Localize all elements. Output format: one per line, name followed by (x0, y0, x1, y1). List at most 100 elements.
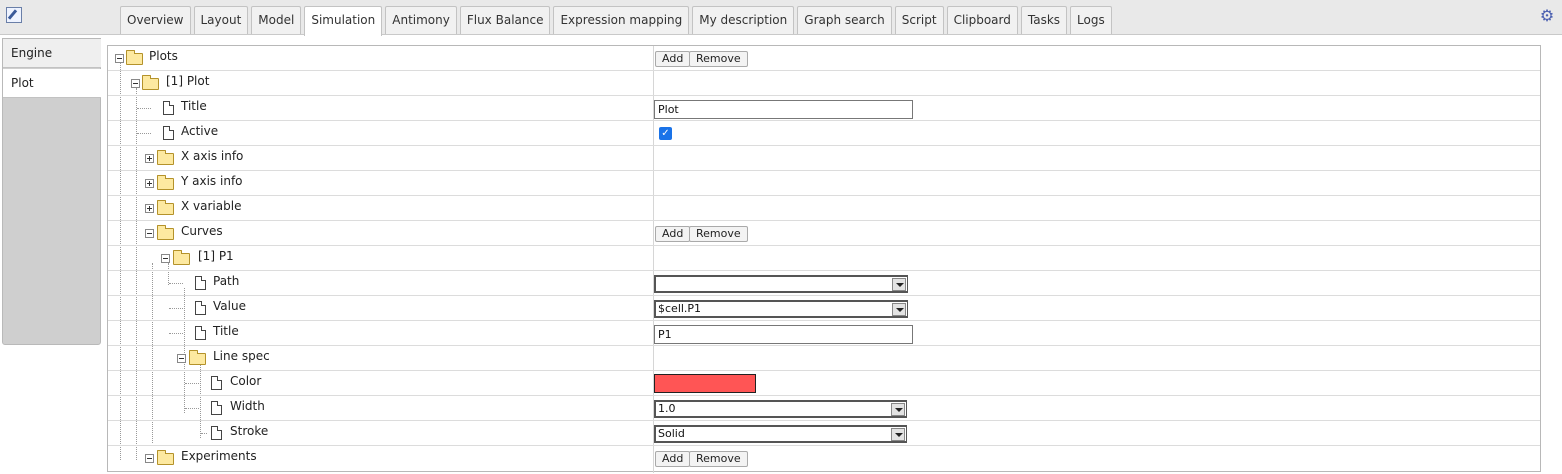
tab-script[interactable]: Script (894, 6, 944, 34)
curve-title-field[interactable]: P1 (654, 325, 913, 344)
tree-row-stroke: Stroke Solid (108, 421, 1540, 446)
tree-guide (201, 433, 207, 434)
add-curve-button[interactable]: Add (655, 226, 691, 242)
document-icon (195, 326, 206, 340)
tree-row-curve-title: Title P1 (108, 321, 1540, 346)
tree-guide (169, 333, 183, 334)
folder-icon (157, 450, 174, 465)
node-label: [1] Plot (166, 74, 210, 88)
tab-graph-search[interactable]: Graph search (797, 6, 892, 34)
plot-title-field[interactable]: Plot (654, 100, 913, 119)
expand-icon[interactable] (145, 154, 154, 163)
tab-clipboard[interactable]: Clipboard (946, 6, 1018, 34)
tree-row-plots: Plots Add Remove (108, 46, 1540, 71)
tab-layout[interactable]: Layout (193, 6, 249, 34)
tab-tasks[interactable]: Tasks (1020, 6, 1068, 34)
expand-icon[interactable] (145, 204, 154, 213)
property-tree: Plots Add Remove [1] Plot Title Plot Act… (107, 45, 1541, 473)
active-checkbox[interactable]: ✓ (659, 127, 672, 140)
width-select[interactable]: 1.0 (654, 400, 907, 418)
node-label: Curves (181, 224, 223, 238)
tab-flux-balance[interactable]: Flux Balance (459, 6, 551, 34)
tab-expression-mapping[interactable]: Expression mapping (553, 6, 690, 34)
tree-row-experiments: Experiments Add Remove (108, 446, 1540, 471)
collapse-icon[interactable] (145, 229, 154, 238)
node-label: Title (181, 99, 207, 113)
side-tab-panel: Engine Plot (2, 38, 101, 345)
folder-icon (157, 200, 174, 215)
tree-guide (185, 383, 199, 384)
chevron-down-icon[interactable] (891, 428, 905, 441)
document-icon (195, 301, 206, 315)
node-label: Color (230, 374, 262, 388)
tree-guide (137, 133, 151, 134)
node-label: Path (213, 274, 240, 288)
tree-row-line-spec: Line spec (108, 346, 1540, 371)
path-select[interactable] (654, 275, 908, 293)
edit-icon[interactable] (6, 7, 22, 23)
remove-curve-button[interactable]: Remove (689, 226, 748, 242)
node-label: X variable (181, 199, 242, 213)
tab-simulation[interactable]: Simulation (304, 6, 383, 36)
collapse-icon[interactable] (161, 254, 170, 263)
chevron-down-icon[interactable] (891, 403, 905, 416)
tab-my-description[interactable]: My description (692, 6, 795, 34)
node-label: Plots (149, 49, 178, 63)
folder-icon (142, 75, 159, 90)
tree-row-value: Value $cell.P1 (108, 296, 1540, 321)
folder-icon (126, 50, 143, 65)
document-icon (211, 426, 222, 440)
node-label: Active (181, 124, 219, 138)
node-label: [1] P1 (198, 249, 234, 263)
chevron-down-icon[interactable] (892, 303, 906, 316)
value-select-value: $cell.P1 (658, 302, 702, 315)
expand-icon[interactable] (145, 179, 154, 188)
collapse-icon[interactable] (131, 79, 140, 88)
node-label: Experiments (181, 449, 257, 463)
remove-plot-button[interactable]: Remove (689, 51, 748, 67)
main-tabs: Overview Layout Model Simulation Antimon… (120, 6, 1115, 36)
tree-guide (137, 108, 151, 109)
chevron-down-icon[interactable] (892, 278, 906, 291)
document-icon (163, 126, 174, 140)
node-label: Width (230, 399, 265, 413)
tree-guide (169, 283, 183, 284)
remove-experiment-button[interactable]: Remove (689, 451, 748, 467)
folder-icon (157, 225, 174, 240)
width-select-value: 1.0 (658, 402, 676, 415)
tree-guide (185, 408, 199, 409)
node-label: Value (213, 299, 246, 313)
collapse-icon[interactable] (177, 354, 186, 363)
gear-icon[interactable]: ⚙ (1538, 7, 1556, 25)
value-select[interactable]: $cell.P1 (654, 300, 908, 318)
document-icon (163, 101, 174, 115)
add-experiment-button[interactable]: Add (655, 451, 691, 467)
tree-row-color: Color (108, 371, 1540, 396)
color-swatch[interactable] (654, 374, 756, 393)
tab-logs[interactable]: Logs (1070, 6, 1112, 34)
tab-model[interactable]: Model (251, 6, 302, 34)
tree-row-active: Active ✓ (108, 121, 1540, 146)
side-tab-engine[interactable]: Engine (3, 39, 101, 68)
add-plot-button[interactable]: Add (655, 51, 691, 67)
stroke-select-value: Solid (658, 427, 685, 440)
tree-row-curves: Curves Add Remove (108, 221, 1540, 246)
collapse-icon[interactable] (115, 54, 124, 63)
node-label: Title (213, 324, 239, 338)
tree-row-x-axis-info: X axis info (108, 146, 1540, 171)
document-icon (211, 401, 222, 415)
tree-row-width: Width 1.0 (108, 396, 1540, 421)
collapse-icon[interactable] (145, 454, 154, 463)
tab-overview[interactable]: Overview (120, 6, 191, 34)
tree-row-x-variable: X variable (108, 196, 1540, 221)
top-toolbar: Overview Layout Model Simulation Antimon… (0, 0, 1562, 36)
tree-guide (169, 308, 183, 309)
stroke-select[interactable]: Solid (654, 425, 907, 443)
node-label: Y axis info (181, 174, 243, 188)
folder-icon (157, 150, 174, 165)
document-icon (211, 376, 222, 390)
side-tab-plot[interactable]: Plot (3, 69, 101, 98)
document-icon (195, 276, 206, 290)
tree-row-path: Path (108, 271, 1540, 296)
tab-antimony[interactable]: Antimony (385, 6, 457, 34)
